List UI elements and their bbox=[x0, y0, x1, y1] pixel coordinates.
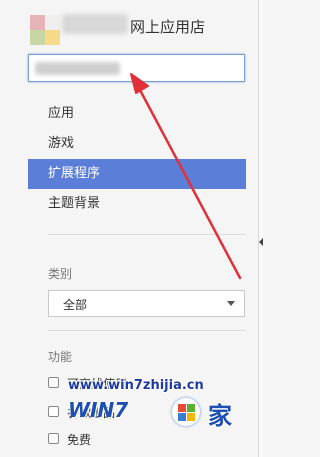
watermark-suffix: 家 bbox=[208, 402, 232, 430]
watermark-logo: WIN7 家 bbox=[68, 396, 263, 430]
watermark-brand: WIN7 bbox=[68, 398, 129, 422]
site-watermark: www.win7zhijia.cn WIN7 家 bbox=[68, 370, 263, 457]
watermark-url: www.win7zhijia.cn bbox=[68, 378, 204, 393]
windows-logo-icon bbox=[172, 398, 200, 426]
